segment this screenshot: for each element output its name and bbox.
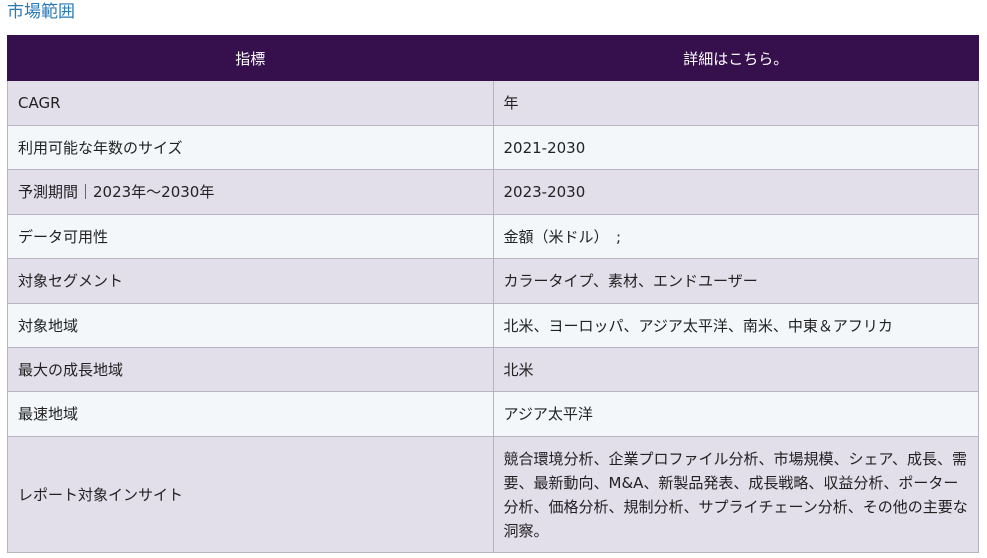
row-label: 対象地域 [7, 303, 494, 348]
row-value: アジア太平洋 [492, 391, 979, 437]
table-row: CAGR 年 [7, 80, 979, 126]
row-label: 対象セグメント [7, 258, 494, 304]
row-label: CAGR [7, 80, 494, 126]
section-title: 市場範囲 [7, 2, 75, 22]
row-label: 最大の成長地域 [7, 347, 494, 392]
row-value: 北米 [492, 347, 979, 392]
header-indicator: 指標 [7, 35, 494, 81]
row-value: 競合環境分析、企業プロファイル分析、市場規模、シェア、成長、需要、最新動向、M&… [492, 436, 979, 553]
table-row: 利用可能な年数のサイズ 2021-2030 [7, 125, 979, 170]
table-row: 最大の成長地域 北米 [7, 347, 979, 392]
header-details: 詳細はこちら。 [492, 35, 979, 81]
table-row: データ可用性 金額（米ドル） ; [7, 214, 979, 259]
table-row: 最速地域 アジア太平洋 [7, 391, 979, 437]
row-label: データ可用性 [7, 214, 494, 259]
market-scope-table: 指標 詳細はこちら。 CAGR 年 利用可能な年数のサイズ 2021-2030 … [7, 35, 979, 553]
table-row: 予測期間｜2023年～2030年 2023-2030 [7, 169, 979, 215]
row-value: カラータイプ、素材、エンドユーザー [492, 258, 979, 304]
row-value: 2023-2030 [492, 169, 979, 215]
row-value: 2021-2030 [492, 125, 979, 170]
row-value: 北米、ヨーロッパ、アジア太平洋、南米、中東＆アフリカ [492, 303, 979, 348]
table-row: 対象地域 北米、ヨーロッパ、アジア太平洋、南米、中東＆アフリカ [7, 303, 979, 348]
row-label: レポート対象インサイト [7, 436, 494, 553]
row-label: 予測期間｜2023年～2030年 [7, 169, 494, 215]
row-value: 年 [492, 80, 979, 126]
table-row: 対象セグメント カラータイプ、素材、エンドユーザー [7, 258, 979, 304]
row-value: 金額（米ドル） ; [492, 214, 979, 259]
table-header-row: 指標 詳細はこちら。 [7, 35, 979, 81]
row-label: 利用可能な年数のサイズ [7, 125, 494, 170]
table-row: レポート対象インサイト 競合環境分析、企業プロファイル分析、市場規模、シェア、成… [7, 436, 979, 553]
row-label: 最速地域 [7, 391, 494, 437]
